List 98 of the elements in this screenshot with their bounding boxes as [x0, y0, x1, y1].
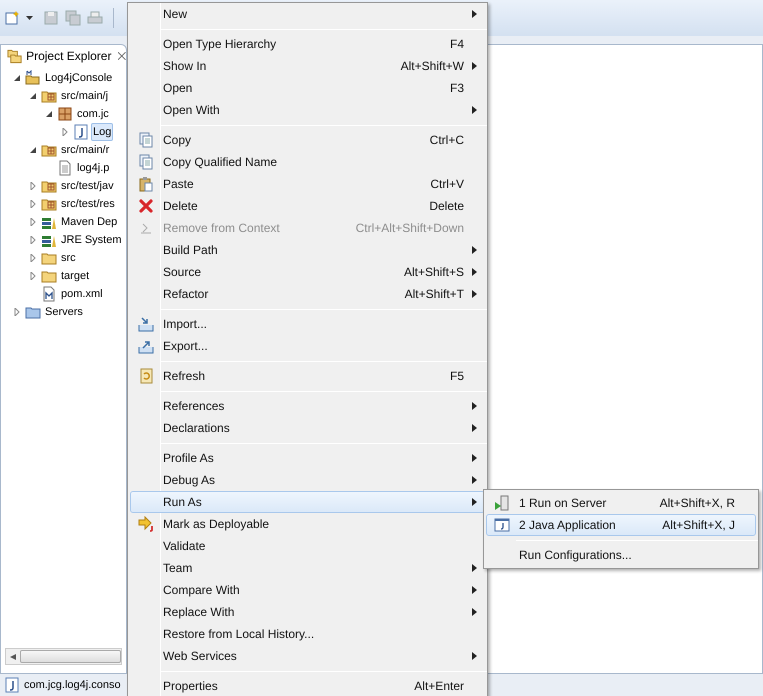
submenu-arrow-icon: [472, 62, 476, 70]
tree-item[interactable]: Log4jConsole: [43, 69, 114, 87]
import-icon: [138, 316, 154, 332]
submenu-arrow-icon: [472, 564, 476, 572]
submenu-arrow-icon: [472, 652, 476, 660]
deploy-icon: [138, 516, 154, 532]
refresh-icon: [138, 368, 154, 384]
menu-item[interactable]: Source Alt+Shift+S: [130, 261, 485, 283]
submenu-arrow-icon: [472, 268, 476, 276]
collapsed-arrow-icon[interactable]: [29, 272, 37, 280]
collapsed-arrow-icon[interactable]: [29, 182, 37, 190]
close-icon[interactable]: [118, 52, 126, 60]
menu-item[interactable]: Declarations: [130, 417, 485, 439]
menu-item[interactable]: Export...: [130, 335, 485, 357]
panel-tab[interactable]: Project Explorer: [26, 47, 112, 65]
expanded-arrow-icon[interactable]: [45, 110, 53, 118]
tree-item[interactable]: Maven Dep: [59, 213, 120, 231]
submenu-arrow-icon: [472, 10, 476, 18]
tree-item[interactable]: target: [59, 267, 92, 285]
dropdown-caret-icon[interactable]: [26, 16, 33, 20]
menu-item[interactable]: Profile As: [130, 447, 485, 469]
menu-item[interactable]: Refactor Alt+Shift+T: [130, 283, 485, 305]
collapsed-arrow-icon[interactable]: [61, 128, 69, 136]
submenu-arrow-icon: [472, 402, 476, 410]
submenu-arrow-icon: [472, 454, 476, 462]
submenu-arrow-icon: [472, 476, 476, 484]
menu-item[interactable]: Import...: [130, 313, 485, 335]
menu-item[interactable]: Team: [130, 557, 485, 579]
collapsed-arrow-icon[interactable]: [29, 200, 37, 208]
paste-icon: [138, 176, 154, 192]
menu-item[interactable]: Mark as Deployable: [130, 513, 485, 535]
menu-item[interactable]: Web Services: [130, 645, 485, 667]
tree-item[interactable]: src: [59, 249, 78, 267]
print-icon[interactable]: [87, 10, 103, 26]
submenu-arrow-icon: [472, 290, 476, 298]
menu-item[interactable]: Copy Qualified Name: [130, 151, 485, 173]
copy-icon: [138, 154, 154, 170]
collapsed-arrow-icon[interactable]: [29, 218, 37, 226]
submenu-arrow-icon: [472, 498, 476, 506]
scroll-left-icon[interactable]: [10, 654, 16, 660]
java-file-icon: [4, 677, 20, 693]
submenu-arrow-icon: [472, 586, 476, 594]
file-icon: [57, 160, 73, 176]
horizontal-scrollbar[interactable]: [5, 648, 122, 665]
menu-item[interactable]: Restore from Local History...: [130, 623, 485, 645]
menu-item[interactable]: New: [130, 3, 485, 25]
submenu-arrow-icon: [472, 608, 476, 616]
package-icon: [57, 106, 73, 122]
save-icon[interactable]: [43, 10, 59, 26]
collapsed-arrow-icon[interactable]: [13, 308, 21, 316]
menu-item[interactable]: Refresh F5: [130, 365, 485, 387]
expanded-arrow-icon[interactable]: [29, 146, 37, 154]
menu-item[interactable]: Show In Alt+Shift+W: [130, 55, 485, 77]
tree-item[interactable]: src/main/r: [59, 141, 112, 159]
java-file-icon: [73, 124, 89, 140]
save-all-icon[interactable]: [65, 10, 81, 26]
menu-item[interactable]: Replace With: [130, 601, 485, 623]
submenu-arrow-icon: [472, 246, 476, 254]
xml-file-icon: [41, 286, 57, 302]
menu-item[interactable]: 1 Run on Server Alt+Shift+X, R: [486, 492, 756, 514]
menu-item[interactable]: 2 Java Application Alt+Shift+X, J: [486, 514, 756, 536]
menu-item[interactable]: Paste Ctrl+V: [130, 173, 485, 195]
menu-item[interactable]: Open F3: [130, 77, 485, 99]
tree-item[interactable]: com.jc: [75, 105, 111, 123]
tree-item[interactable]: log4j.p: [75, 159, 112, 177]
java-app-icon: [494, 517, 510, 533]
tree-item[interactable]: src/test/jav: [59, 177, 116, 195]
expanded-arrow-icon[interactable]: [29, 92, 37, 100]
menu-item[interactable]: References: [130, 395, 485, 417]
menu-item[interactable]: Run As: [130, 491, 485, 513]
tree-item[interactable]: Log: [91, 123, 114, 141]
menu-item[interactable]: Debug As: [130, 469, 485, 491]
status-text: com.jcg.log4j.conso: [24, 678, 121, 693]
menu-item[interactable]: Run Configurations...: [486, 544, 756, 566]
menu-item[interactable]: Validate: [130, 535, 485, 557]
submenu-arrow-icon: [472, 424, 476, 432]
collapsed-arrow-icon[interactable]: [29, 254, 37, 262]
tree-item[interactable]: pom.xml: [59, 285, 105, 303]
collapsed-arrow-icon[interactable]: [29, 236, 37, 244]
menu-item[interactable]: Build Path: [130, 239, 485, 261]
tree-item[interactable]: Servers: [43, 303, 85, 321]
menu-item[interactable]: Compare With: [130, 579, 485, 601]
server-run-icon: [494, 495, 510, 511]
menu-item[interactable]: Open With: [130, 99, 485, 121]
project-icon: [25, 70, 41, 86]
submenu-arrow-icon: [472, 106, 476, 114]
menu-item[interactable]: Copy Ctrl+C: [130, 129, 485, 151]
tree-item[interactable]: JRE System: [59, 231, 124, 249]
delete-icon: [138, 198, 154, 214]
menu-item[interactable]: Open Type Hierarchy F4: [130, 33, 485, 55]
tree-item[interactable]: src/test/res: [59, 195, 117, 213]
expanded-arrow-icon[interactable]: [13, 74, 21, 82]
menu-item[interactable]: Delete Delete: [130, 195, 485, 217]
copy-icon: [138, 132, 154, 148]
tree-item[interactable]: src/main/j: [59, 87, 110, 105]
new-file-icon[interactable]: [4, 10, 20, 26]
menu-item[interactable]: Properties Alt+Enter: [130, 675, 485, 696]
explorer-folders-icon: [7, 48, 22, 64]
